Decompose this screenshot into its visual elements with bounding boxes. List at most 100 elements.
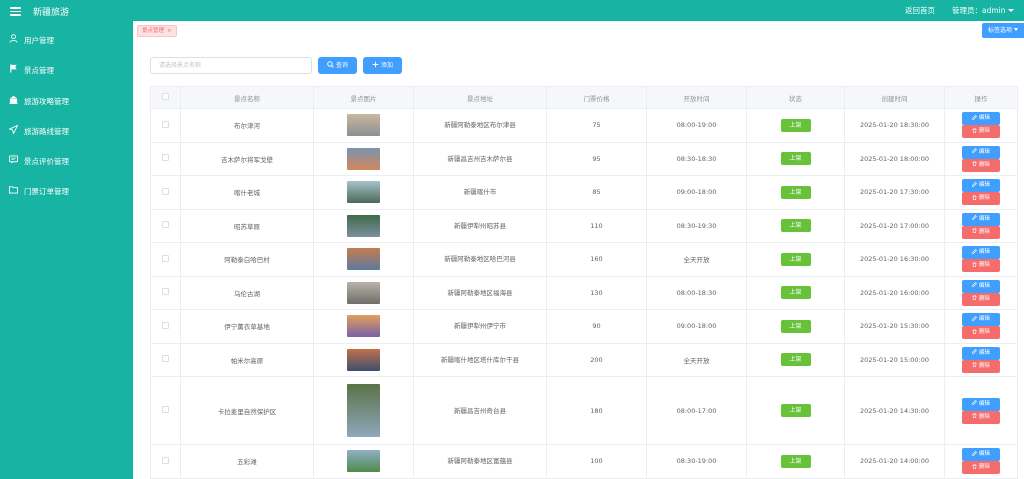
- edit-button[interactable]: 编辑: [962, 279, 1000, 293]
- table-row: 伊宁薰衣草基地 新疆伊犁州伊宁市 90 09:00-18:00 上架 2025-01-20…: [150, 309, 1018, 344]
- scenic-thumbnail[interactable]: [347, 315, 380, 338]
- menu-toggle-icon[interactable]: [10, 5, 21, 16]
- cell-hours: 09:00-18:00: [646, 175, 747, 210]
- row-checkbox[interactable]: [162, 154, 169, 162]
- search-button[interactable]: 查询: [318, 57, 357, 74]
- cell-price: 200: [546, 343, 647, 377]
- comment-icon: [9, 155, 18, 164]
- sidebar-item-label: 景点管理: [24, 66, 54, 75]
- cell-actions: 编辑 删除: [944, 376, 1018, 445]
- table-row: 卡拉麦里自然保护区 新疆昌吉州奇台县 180 08:00-17:00 上架 2025-01…: [150, 376, 1018, 445]
- trash-icon: [972, 161, 977, 167]
- search-icon: [327, 61, 334, 68]
- scenic-thumbnail[interactable]: [347, 384, 380, 437]
- scenic-thumbnail[interactable]: [347, 248, 380, 271]
- scenic-thumbnail[interactable]: [347, 214, 380, 237]
- status-badge[interactable]: 上架: [780, 219, 811, 233]
- edit-button[interactable]: 编辑: [962, 397, 1000, 411]
- select-all-checkbox-cell: [150, 86, 181, 109]
- delete-button[interactable]: 删除: [962, 192, 1000, 206]
- delete-label: 删除: [978, 161, 990, 168]
- row-checkbox[interactable]: [162, 456, 169, 464]
- delete-button[interactable]: 删除: [962, 326, 1000, 340]
- status-badge[interactable]: 上架: [780, 118, 811, 132]
- edit-button[interactable]: 编辑: [962, 448, 1000, 462]
- scenic-thumbnail[interactable]: [347, 450, 380, 473]
- row-checkbox[interactable]: [162, 120, 169, 128]
- sidebar-item-label: 景点评价管理: [24, 157, 69, 166]
- edit-button[interactable]: 编辑: [962, 145, 1000, 159]
- sidebar-item-scenic[interactable]: 景点管理: [0, 53, 133, 83]
- scenic-thumbnail[interactable]: [347, 281, 380, 304]
- edit-button[interactable]: 编辑: [962, 112, 1000, 126]
- home-link[interactable]: 返回首页: [905, 5, 935, 16]
- app-title: 新疆旅游: [33, 8, 70, 18]
- row-checkbox[interactable]: [162, 187, 169, 195]
- table-row: 布尔津河 新疆阿勒泰地区布尔津县 75 08:00-19:00 上架 2025-01-20…: [150, 108, 1018, 143]
- cell-name: 喀什老城: [180, 175, 314, 210]
- edit-button[interactable]: 编辑: [962, 246, 1000, 260]
- status-badge[interactable]: 上架: [780, 152, 811, 166]
- edit-button[interactable]: 编辑: [962, 179, 1000, 193]
- admin-dropdown[interactable]: 管理员：admin: [952, 5, 1014, 16]
- scenic-thumbnail[interactable]: [347, 348, 380, 371]
- scenic-thumbnail[interactable]: [347, 147, 380, 170]
- tag-options-label: 标签选项: [988, 27, 1013, 34]
- sidebar-item-review[interactable]: 景点评价管理: [0, 144, 133, 174]
- cell-price: 75: [546, 108, 647, 143]
- status-badge[interactable]: 上架: [780, 353, 811, 367]
- send-icon: [9, 125, 18, 134]
- cell-actions: 编辑 删除: [944, 108, 1018, 143]
- edit-button[interactable]: 编辑: [962, 212, 1000, 226]
- cell-price: 95: [546, 142, 647, 176]
- delete-label: 删除: [978, 195, 990, 202]
- status-badge[interactable]: 上架: [780, 454, 811, 468]
- top-bar: 新疆旅游 返回首页 管理员：admin: [0, 0, 1024, 21]
- row-checkbox[interactable]: [162, 406, 169, 413]
- cell-name: 吉木萨尔将军戈壁: [180, 142, 314, 176]
- row-checkbox[interactable]: [162, 355, 169, 363]
- scenic-thumbnail[interactable]: [347, 114, 380, 137]
- cell-hours: 08:30-19:30: [646, 209, 747, 243]
- cell-image: [313, 343, 414, 377]
- sidebar-item-order[interactable]: 门票订单管理: [0, 174, 133, 204]
- add-button[interactable]: 添加: [363, 57, 402, 74]
- cell-hours: 全天开放: [646, 242, 747, 277]
- folder-icon: [9, 186, 18, 194]
- delete-button[interactable]: 删除: [962, 259, 1000, 273]
- caret-down-icon: [1014, 28, 1019, 31]
- status-badge[interactable]: 上架: [780, 319, 811, 333]
- sidebar-item-user[interactable]: 用户管理: [0, 23, 133, 53]
- sidebar-item-route[interactable]: 旅游路线管理: [0, 114, 133, 144]
- tag-scenic[interactable]: 景点管理 ×: [137, 25, 177, 37]
- cell-actions: 编辑 删除: [944, 142, 1018, 176]
- status-badge[interactable]: 上架: [780, 185, 811, 199]
- sidebar-item-guide[interactable]: 旅游攻略管理: [0, 84, 133, 114]
- table-row: 喀什老城 新疆喀什市 85 09:00-18:00 上架 2025-01-20 17:30…: [150, 175, 1018, 210]
- delete-button[interactable]: 删除: [962, 225, 1000, 239]
- row-checkbox[interactable]: [162, 321, 169, 329]
- delete-button[interactable]: 删除: [962, 359, 1000, 373]
- select-all-checkbox[interactable]: [162, 93, 169, 100]
- scenic-thumbnail[interactable]: [347, 181, 380, 204]
- cell-address: 新疆阿勒泰地区富蕴县: [413, 444, 547, 479]
- cell-hours: 08:30-19:00: [646, 444, 747, 479]
- delete-button[interactable]: 删除: [962, 292, 1000, 306]
- delete-button[interactable]: 删除: [962, 461, 1000, 475]
- edit-button[interactable]: 编辑: [962, 313, 1000, 327]
- delete-button[interactable]: 删除: [962, 125, 1000, 139]
- edit-button[interactable]: 编辑: [962, 346, 1000, 360]
- status-badge[interactable]: 上架: [780, 252, 811, 266]
- row-checkbox[interactable]: [162, 221, 169, 229]
- cell-address: 新疆喀什地区塔什库尔干县: [413, 343, 547, 377]
- close-icon[interactable]: ×: [167, 28, 172, 34]
- delete-button[interactable]: 删除: [962, 410, 1000, 424]
- tag-options-button[interactable]: 标签选项: [982, 23, 1024, 38]
- status-badge[interactable]: 上架: [780, 404, 811, 417]
- cell-hours: 全天开放: [646, 343, 747, 377]
- search-input[interactable]: 请选择景点名称: [150, 57, 312, 74]
- status-badge[interactable]: 上架: [780, 286, 811, 300]
- row-checkbox[interactable]: [162, 254, 169, 262]
- delete-button[interactable]: 删除: [962, 158, 1000, 172]
- row-checkbox[interactable]: [162, 288, 169, 296]
